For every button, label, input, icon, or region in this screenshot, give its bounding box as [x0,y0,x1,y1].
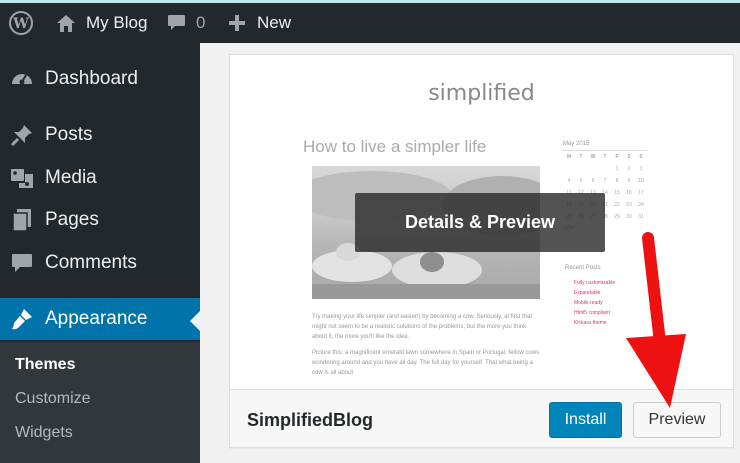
recent-post-link: Html5 compliant [574,310,610,316]
calendar-day-cell: 15 [614,190,620,196]
recent-post-link: Expandable [574,290,601,296]
calendar-day-cell: 23 [626,202,632,208]
new-content-link[interactable]: New [229,3,291,43]
calendar-header-cell: M [566,154,572,160]
calendar-day-cell: 31 [638,214,644,220]
sidebar-item-label: Comments [45,252,137,273]
recent-post-link: Fully customizable [574,280,616,286]
calendar-day-cell: 29 [614,214,620,220]
theme-screenshot[interactable]: simplified How to live a simpler life Tr… [230,55,733,389]
preview-recent-posts-title: Recent Posts [565,265,601,271]
preview-site-title: simplified [428,81,535,106]
svg-text:W: W [12,16,29,32]
calendar-header-cell: F [615,154,619,160]
theme-card[interactable]: simplified How to live a simpler life Tr… [229,54,734,448]
calendar-day-cell: 24 [638,202,644,208]
recent-post-link: Mobile ready [574,300,603,306]
calendar-day-cell [563,163,575,175]
calendar-day-cell: 30 [626,214,632,220]
active-menu-pointer [190,311,200,331]
pin-icon [10,125,32,147]
home-icon [57,14,75,32]
sidebar-item-label: Appearance [45,308,148,329]
sidebar-item-label: Posts [45,124,93,145]
submenu-item-themes[interactable]: Themes [15,356,75,374]
submenu-item-widgets[interactable]: Widgets [15,424,73,442]
calendar-caption: May 2015 [563,141,590,147]
sidebar-item-posts[interactable]: Posts [0,114,200,156]
calendar-day-cell: 22 [614,202,620,208]
calendar-day-cell [599,163,611,175]
theme-card-footer: SimplifiedBlog Install Preview [230,389,733,447]
admin-sidebar: Dashboard Posts Media Pages Comments App… [0,43,200,463]
install-button[interactable]: Install [549,402,622,438]
comment-bubble-icon [168,15,185,30]
calendar-day-cell: 3 [639,166,643,172]
sidebar-item-pages[interactable]: Pages [0,199,200,241]
recent-post-link: Kickass theme [574,320,607,326]
brush-icon [12,309,32,330]
calendar-day-cell: 1 [615,166,619,172]
sidebar-item-dashboard[interactable]: Dashboard [0,58,200,100]
submenu-item-customize[interactable]: Customize [15,390,91,408]
preview-recent-posts: Fully customizable Expandable Mobile rea… [574,278,615,328]
wordpress-logo-icon[interactable]: W [9,3,33,43]
calendar-day-cell: 2 [627,166,631,172]
calendar-day-cell: 4 [567,178,571,184]
calendar-header-cell: S [639,154,643,160]
media-icon [11,169,33,188]
sidebar-item-media[interactable]: Media [0,157,200,199]
sidebar-item-comments[interactable]: Comments [0,242,200,284]
calendar-day-cell: 17 [638,190,644,196]
calendar-day-cell [587,163,599,175]
sidebar-item-label: Pages [45,209,99,230]
appearance-submenu: Themes Customize Widgets [0,342,200,463]
preview-excerpt-2: Picture this: a magnificent emerald lawn… [312,350,540,376]
preview-excerpt-1: Try making your life simpler (and easier… [312,314,533,340]
calendar-day-cell: 6 [591,178,595,184]
details-preview-overlay[interactable]: Details & Preview [355,193,605,252]
comment-count: 0 [196,13,206,32]
preview-post-title: How to live a simpler life [303,137,487,156]
site-name: My Blog [86,13,148,32]
calendar-day-cell: 5 [579,178,583,184]
site-name-link[interactable]: My Blog [56,3,147,43]
calendar-day-cell: 16 [626,190,632,196]
calendar-header-cell: T [603,154,607,160]
new-label: New [257,13,292,32]
calendar-header-cell: S [627,154,631,160]
calendar-day-cell [575,163,587,175]
pages-icon [12,209,31,232]
dashboard-icon [12,74,32,85]
theme-name: SimplifiedBlog [247,410,373,430]
preview-button[interactable]: Preview [633,402,721,438]
calendar-day-cell: 7 [603,178,607,184]
admin-bar: W My Blog 0 New [0,3,740,43]
calendar-header-cell: T [579,154,583,160]
comments-link[interactable]: 0 [167,3,205,43]
comment-icon [12,254,32,272]
sidebar-item-label: Dashboard [45,68,138,89]
plus-icon [229,15,245,31]
sidebar-item-label: Media [45,167,97,188]
calendar-day-cell: 9 [627,178,631,184]
calendar-day-cell: 8 [615,178,619,184]
calendar-day-cell: 10 [638,178,644,184]
calendar-header-cell: W [590,154,596,160]
sidebar-item-appearance[interactable]: Appearance [0,298,200,340]
